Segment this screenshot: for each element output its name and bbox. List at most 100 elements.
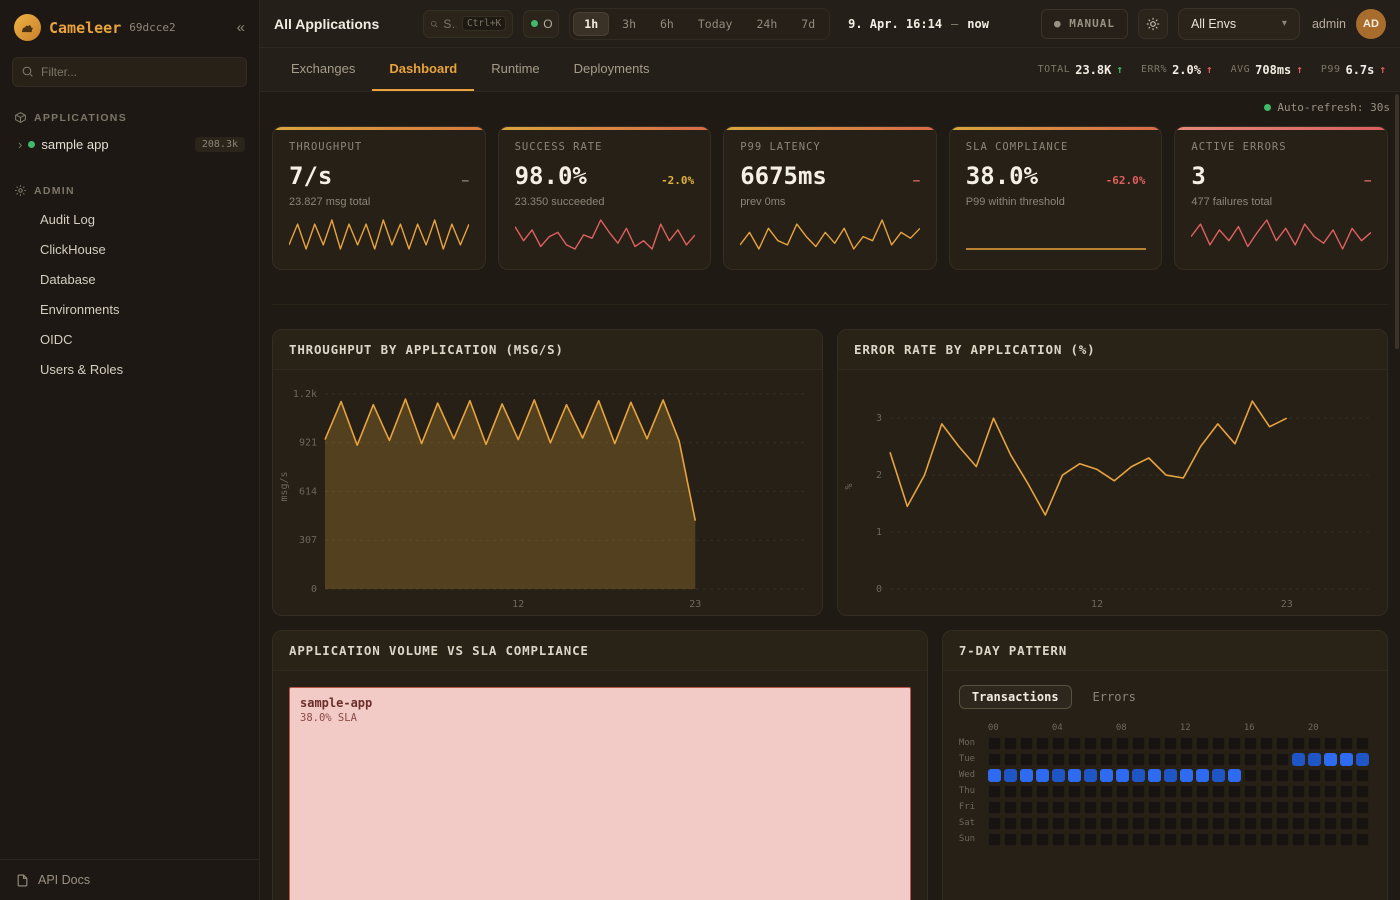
heatmap-cell[interactable] [1180,785,1193,798]
heatmap-cell[interactable] [1292,753,1305,766]
heatmap-cell[interactable] [1340,785,1353,798]
heatmap-cell[interactable] [1164,769,1177,782]
heatmap-cell[interactable] [1308,737,1321,750]
heatmap-cell[interactable] [1036,737,1049,750]
heatmap-cell[interactable] [1020,785,1033,798]
heatmap-cell[interactable] [1212,769,1225,782]
heatmap-cell[interactable] [1308,785,1321,798]
heatmap-cell[interactable] [1324,833,1337,846]
heatmap-cell[interactable] [1244,817,1257,830]
heatmap-cell[interactable] [1356,833,1369,846]
heatmap-cell[interactable] [1260,833,1273,846]
heatmap-cell[interactable] [1276,801,1289,814]
heatmap-cell[interactable] [1052,737,1065,750]
heatmap-cell[interactable] [1228,817,1241,830]
heatmap-cell[interactable] [1052,769,1065,782]
heatmap-cell[interactable] [1324,737,1337,750]
heatmap-cell[interactable] [1244,737,1257,750]
heatmap-cell[interactable] [1340,753,1353,766]
heatmap-cell[interactable] [988,833,1001,846]
heatmap-cell[interactable] [1132,833,1145,846]
range-button-today[interactable]: Today [687,12,744,36]
heatmap-cell[interactable] [1180,801,1193,814]
heatmap-cell[interactable] [988,753,1001,766]
heatmap-cell[interactable] [1004,769,1017,782]
heatmap-cell[interactable] [1036,785,1049,798]
range-button-24h[interactable]: 24h [745,12,788,36]
heatmap-cell[interactable] [1340,737,1353,750]
heatmap-cell[interactable] [1004,753,1017,766]
heatmap-cell[interactable] [1148,817,1161,830]
heatmap-cell[interactable] [1132,801,1145,814]
heatmap-cell[interactable] [1020,817,1033,830]
heatmap-cell[interactable] [1036,801,1049,814]
heatmap-cell[interactable] [1276,817,1289,830]
heatmap-cell[interactable] [988,801,1001,814]
heatmap-cell[interactable] [1084,785,1097,798]
heatmap-cell[interactable] [1244,833,1257,846]
heatmap-cell[interactable] [1180,737,1193,750]
heatmap-cell[interactable] [1356,817,1369,830]
tab-dashboard[interactable]: Dashboard [372,48,474,91]
heatmap-cell[interactable] [1356,769,1369,782]
heatmap-cell[interactable] [1196,737,1209,750]
date-range-display[interactable]: 9. Apr. 16:14 — now [848,17,989,31]
heatmap-cell[interactable] [1356,737,1369,750]
env-select[interactable]: All Envs ▾ [1178,8,1300,40]
heatmap-cell[interactable] [1324,785,1337,798]
heatmap-cell[interactable] [1308,833,1321,846]
heatmap-cell[interactable] [1100,753,1113,766]
toggle-errors[interactable]: Errors [1080,685,1149,709]
heatmap-cell[interactable] [1324,753,1337,766]
heatmap-cell[interactable] [1052,817,1065,830]
heatmap-cell[interactable] [1084,753,1097,766]
heatmap-cell[interactable] [1148,753,1161,766]
heatmap-cell[interactable] [1340,833,1353,846]
heatmap-cell[interactable] [1196,833,1209,846]
heatmap-cell[interactable] [1260,785,1273,798]
range-button-3h[interactable]: 3h [611,12,647,36]
heatmap-cell[interactable] [1116,817,1129,830]
heatmap-cell[interactable] [1308,801,1321,814]
heatmap-cell[interactable] [1164,817,1177,830]
heatmap-cell[interactable] [1276,769,1289,782]
heatmap-cell[interactable] [1164,737,1177,750]
heatmap-cell[interactable] [1148,737,1161,750]
heatmap-cell[interactable] [1276,737,1289,750]
heatmap-cell[interactable] [1148,801,1161,814]
range-button-7d[interactable]: 7d [790,12,826,36]
sidebar-item-database[interactable]: Database [0,264,259,294]
heatmap-cell[interactable] [1292,737,1305,750]
scrollbar[interactable] [1395,94,1399,349]
heatmap-cell[interactable] [1212,801,1225,814]
heatmap-cell[interactable] [1196,785,1209,798]
heatmap-cell[interactable] [1004,737,1017,750]
heatmap-cell[interactable] [1260,737,1273,750]
heatmap-cell[interactable] [1228,737,1241,750]
sidebar-item-audit-log[interactable]: Audit Log [0,204,259,234]
heatmap-cell[interactable] [1260,801,1273,814]
heatmap-cell[interactable] [1340,801,1353,814]
heatmap-cell[interactable] [1132,785,1145,798]
heatmap-cell[interactable] [1164,785,1177,798]
heatmap-cell[interactable] [1100,769,1113,782]
heatmap-cell[interactable] [1116,753,1129,766]
heatmap-cell[interactable] [1324,801,1337,814]
heatmap-cell[interactable] [1196,801,1209,814]
heatmap-cell[interactable] [1100,833,1113,846]
tab-exchanges[interactable]: Exchanges [274,48,372,91]
heatmap-cell[interactable] [1132,817,1145,830]
heatmap-cell[interactable] [1180,769,1193,782]
heatmap-cell[interactable] [1084,801,1097,814]
heatmap-cell[interactable] [1084,833,1097,846]
heatmap-cell[interactable] [1340,769,1353,782]
heatmap-cell[interactable] [1116,737,1129,750]
theme-toggle-button[interactable] [1138,9,1168,39]
heatmap-cell[interactable] [1196,817,1209,830]
heatmap-cell[interactable] [1324,817,1337,830]
heatmap-cell[interactable] [1116,769,1129,782]
heatmap-cell[interactable] [1228,785,1241,798]
heatmap-cell[interactable] [1068,833,1081,846]
heatmap-cell[interactable] [1132,737,1145,750]
heatmap-cell[interactable] [1276,785,1289,798]
